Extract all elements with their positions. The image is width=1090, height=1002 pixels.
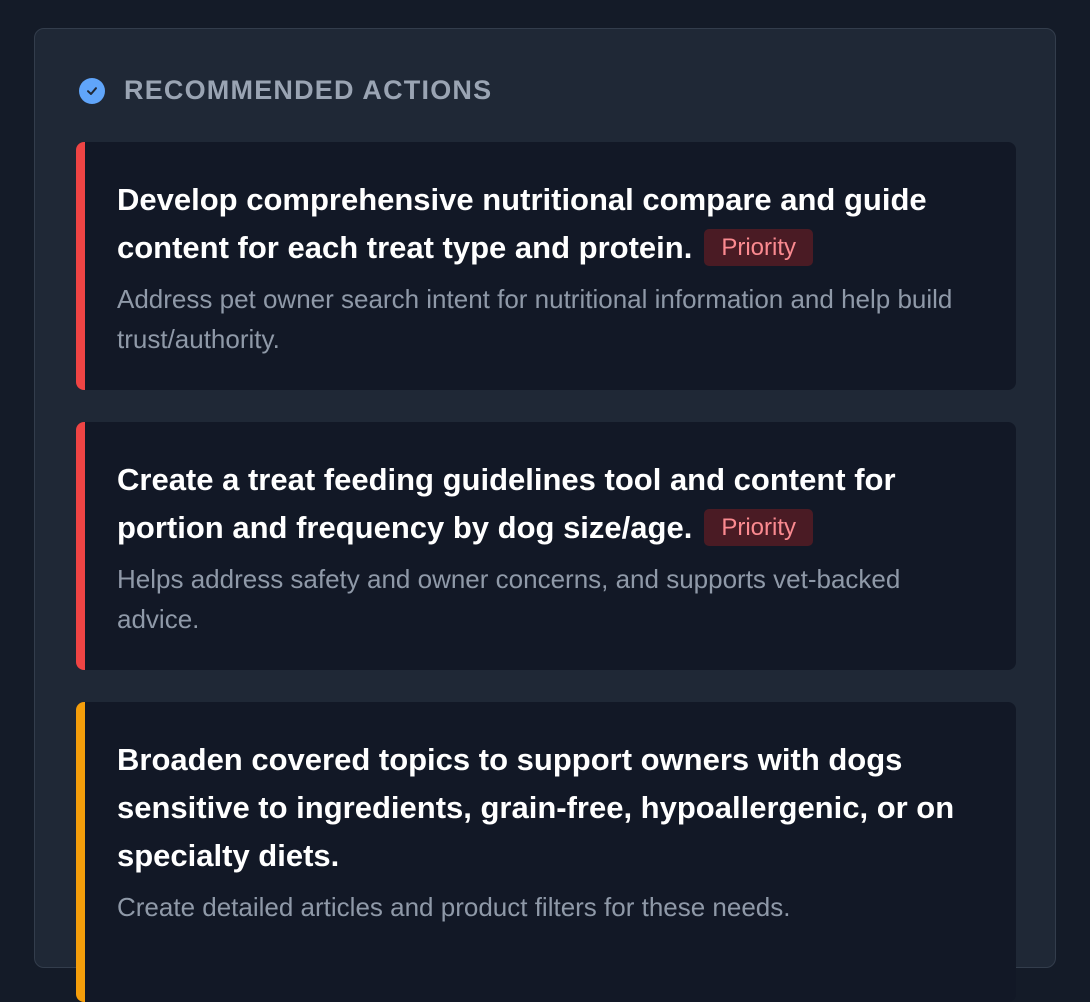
section-title: RECOMMENDED ACTIONS	[124, 75, 493, 105]
action-title: Create a treat feeding guidelines tool a…	[117, 462, 896, 546]
priority-badge: Priority	[704, 229, 813, 266]
action-description: Address pet owner search intent for nutr…	[117, 284, 953, 354]
action-card[interactable]: Develop comprehensive nutritional compar…	[76, 142, 1016, 390]
action-title: Develop comprehensive nutritional compar…	[117, 182, 927, 266]
check-circle-icon	[79, 77, 105, 104]
priority-accent-bar	[76, 702, 85, 1002]
action-title: Broaden covered topics to support owners…	[117, 742, 955, 873]
recommended-actions-panel: RECOMMENDED ACTIONS Develop comprehensiv…	[34, 28, 1056, 1002]
priority-accent-bar	[76, 142, 85, 390]
action-description: Create detailed articles and product fil…	[117, 892, 791, 922]
section-header: RECOMMENDED ACTIONS	[79, 75, 492, 106]
priority-badge: Priority	[704, 509, 813, 546]
priority-accent-bar	[76, 422, 85, 670]
action-card[interactable]: Create a treat feeding guidelines tool a…	[76, 422, 1016, 670]
action-card[interactable]: Broaden covered topics to support owners…	[76, 702, 1016, 1002]
action-description: Helps address safety and owner concerns,…	[117, 564, 901, 634]
